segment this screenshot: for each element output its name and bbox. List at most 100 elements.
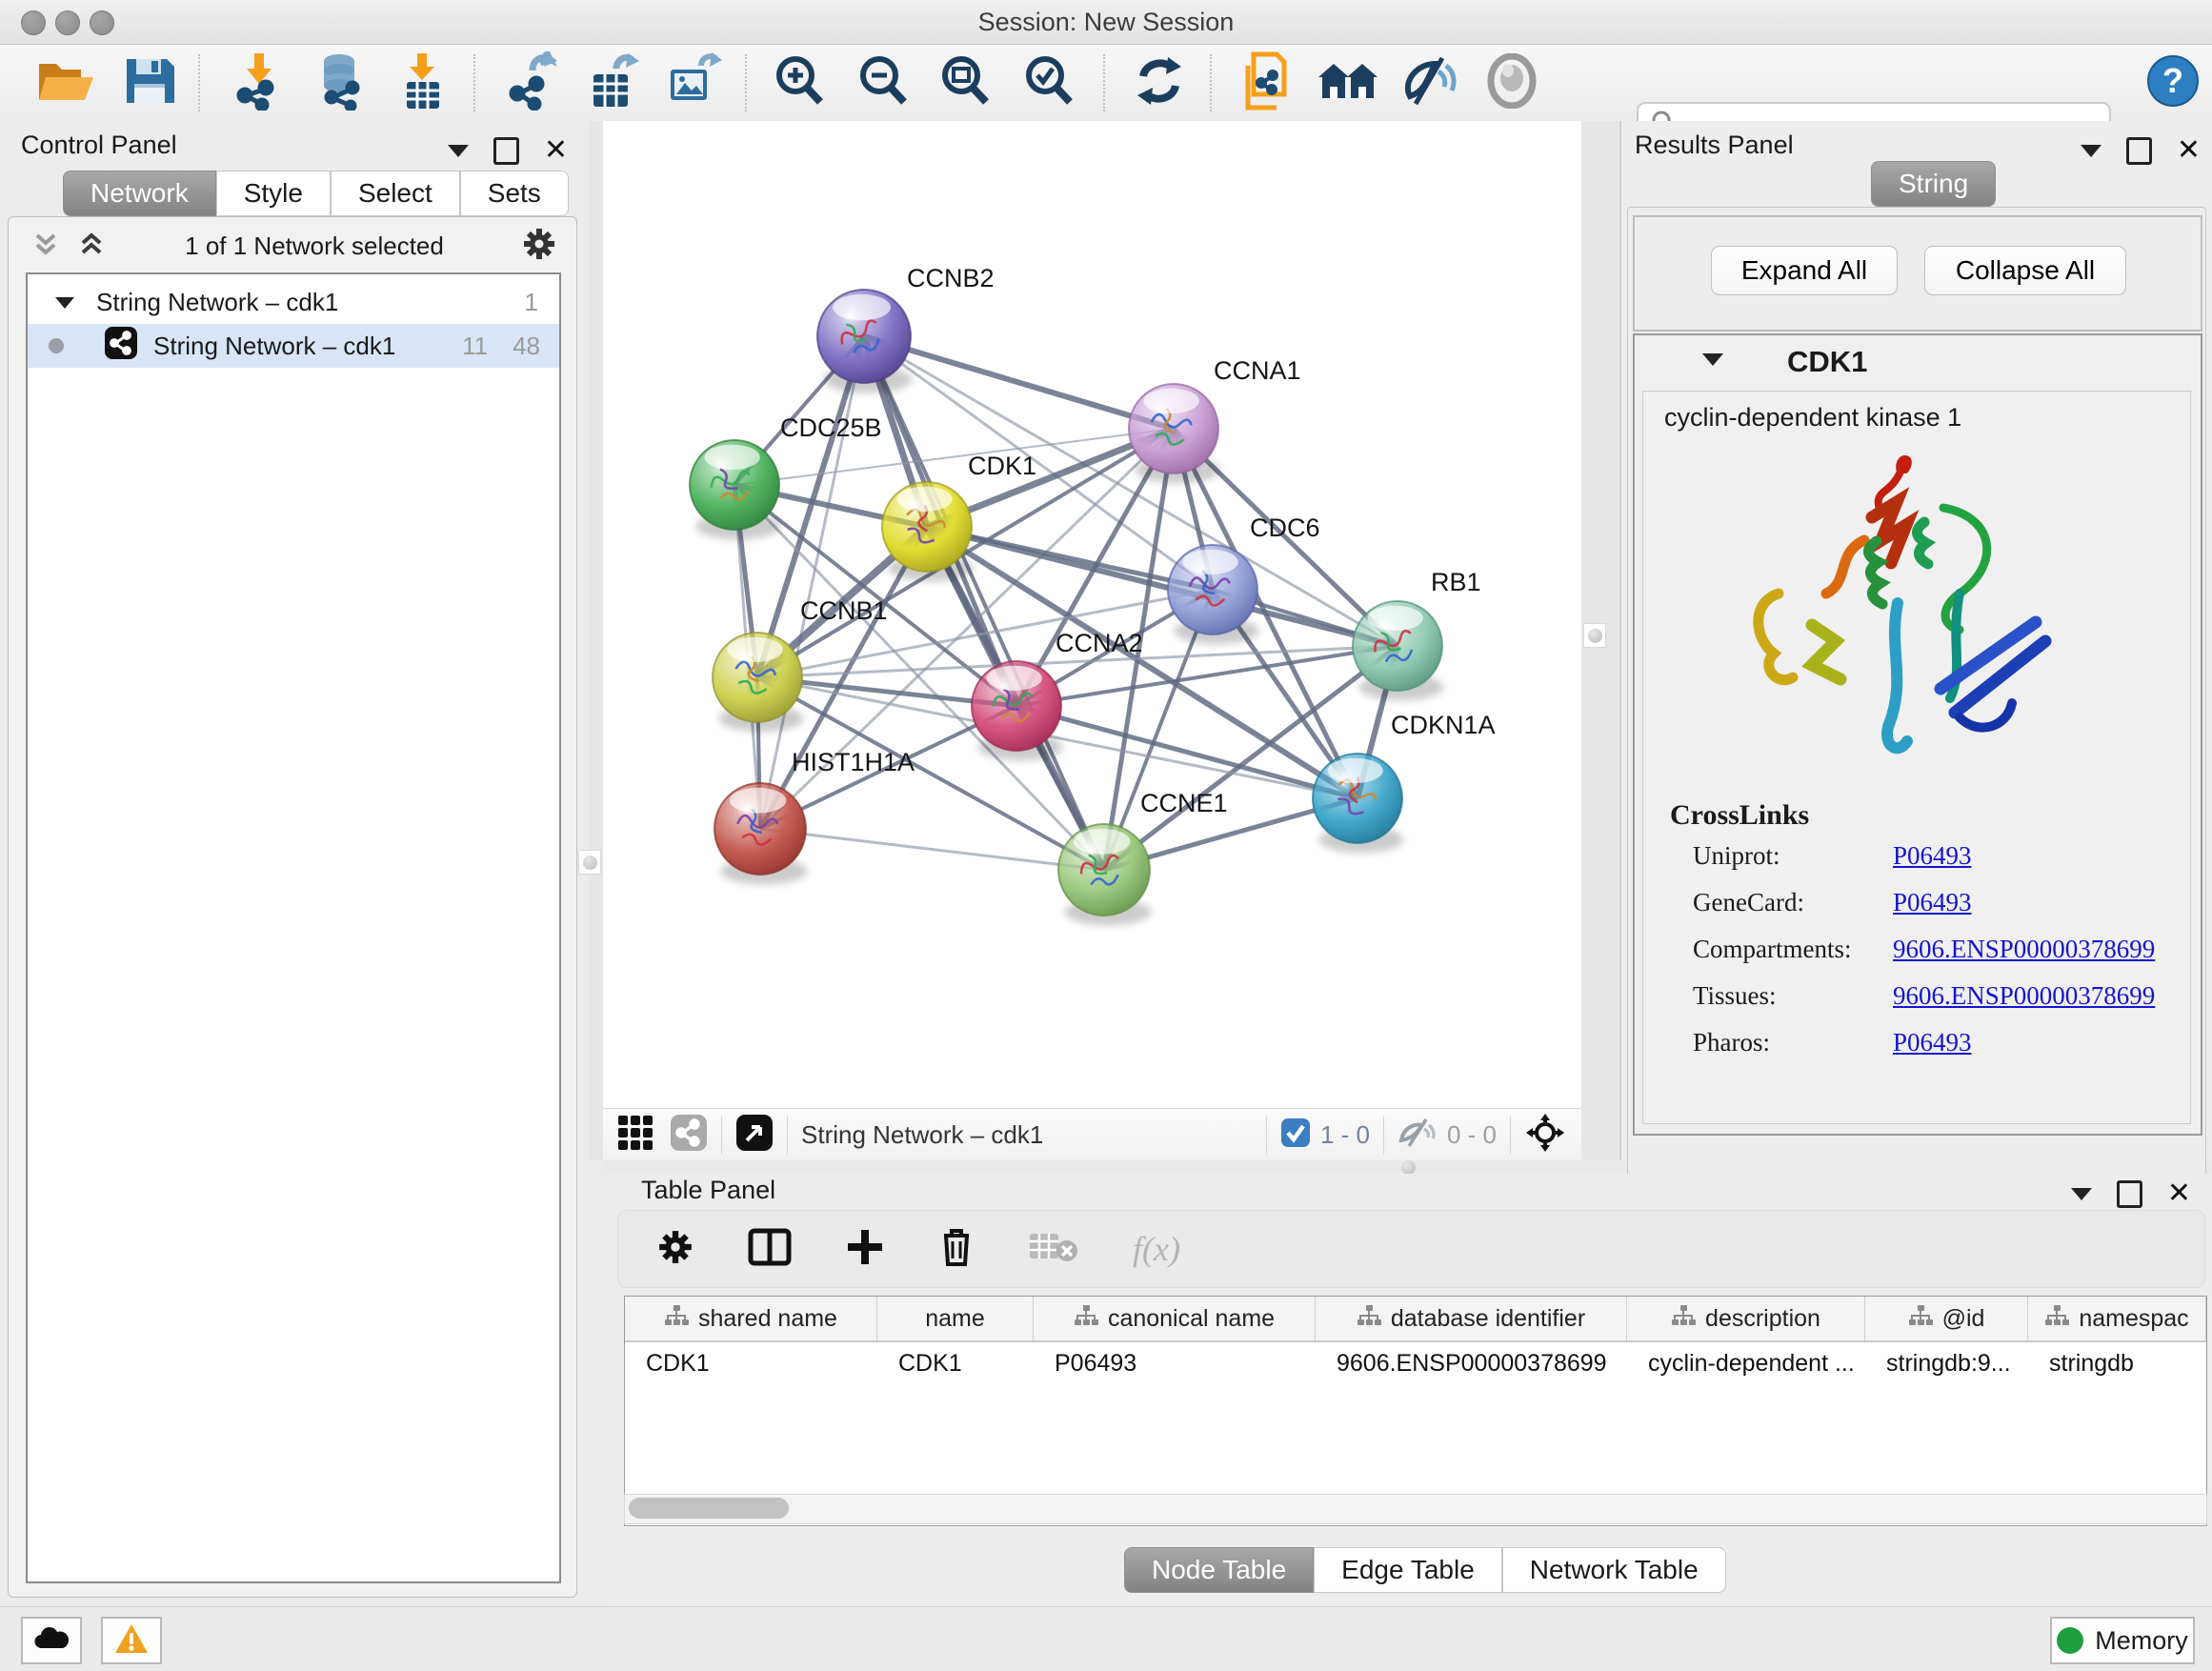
tree-caret-icon[interactable] xyxy=(54,288,75,317)
left-splitter-handle[interactable] xyxy=(578,850,601,875)
status-bar: Memory xyxy=(0,1606,2212,1671)
column-tree-icon xyxy=(1074,1304,1098,1334)
clone-network-button[interactable] xyxy=(1231,52,1305,113)
network-collection-row[interactable]: String Network – cdk1 1 xyxy=(28,280,559,324)
table-gear-icon[interactable] xyxy=(656,1228,694,1271)
panel-menu-icon[interactable] xyxy=(2081,145,2101,157)
panel-menu-icon[interactable] xyxy=(2071,1188,2092,1200)
float-panel-icon[interactable] xyxy=(493,137,519,165)
expand-all-button[interactable]: Expand All xyxy=(1711,246,1898,295)
tab-sets[interactable]: Sets xyxy=(460,171,569,216)
network-node-CDC6[interactable]: CDC6 xyxy=(1168,513,1320,644)
crosslink-value-link[interactable]: 9606.ENSP00000378699 xyxy=(1893,935,2155,964)
protein-header-row[interactable]: CDK1 xyxy=(1635,335,2201,389)
delete-table-icon[interactable] xyxy=(1028,1230,1079,1269)
expand-all-networks-icon[interactable] xyxy=(75,228,108,265)
node-label-HIST1H1A: HIST1H1A xyxy=(792,748,915,776)
protein-details: cyclin-dependent kinase 1 xyxy=(1642,391,2191,1124)
close-panel-icon[interactable]: ✕ xyxy=(2177,139,2201,162)
crosslink-value-link[interactable]: P06493 xyxy=(1893,841,1972,871)
network-canvas[interactable]: CCNB2CCNA1CDC25BCDK1CDC6RB1CCNB1CCNA2CDK… xyxy=(603,121,1581,1108)
float-panel-icon[interactable] xyxy=(2117,1180,2142,1208)
split-columns-icon[interactable] xyxy=(748,1228,792,1271)
right-splitter-handle[interactable] xyxy=(1583,623,1606,648)
string-network-graph[interactable]: CCNB2CCNA1CDC25BCDK1CDC6RB1CCNB1CCNA2CDK… xyxy=(603,121,1581,1108)
export-network-icon xyxy=(504,51,561,115)
left-splitter[interactable] xyxy=(589,121,603,1160)
hide-panels-button[interactable] xyxy=(1393,52,1467,113)
close-panel-icon[interactable]: ✕ xyxy=(2167,1182,2191,1205)
network-node-RB1[interactable]: RB1 xyxy=(1353,568,1481,700)
share-view-icon[interactable] xyxy=(670,1114,708,1157)
network-node-CCNB1[interactable]: CCNB1 xyxy=(713,596,888,732)
network-row[interactable]: String Network – cdk1 11 48 xyxy=(28,324,559,368)
gear-icon[interactable] xyxy=(521,226,557,267)
network-node-CDKN1A[interactable]: CDKN1A xyxy=(1313,711,1496,853)
column-header-namespac[interactable]: namespac xyxy=(2028,1297,2206,1340)
warning-status-button[interactable] xyxy=(101,1617,162,1664)
column-header-database-identifier[interactable]: database identifier xyxy=(1316,1297,1627,1340)
network-node-CCNB2[interactable]: CCNB2 xyxy=(817,264,995,393)
apply-layout-button[interactable] xyxy=(1122,52,1196,113)
network-edge-HIST1H1A-CCNE1[interactable] xyxy=(760,829,1104,870)
column-header-name[interactable]: name xyxy=(877,1297,1034,1340)
tab-edge-table[interactable]: Edge Table xyxy=(1314,1547,1502,1593)
column-header--id[interactable]: @id xyxy=(1865,1297,2028,1340)
collapse-all-button[interactable]: Collapse All xyxy=(1924,246,2126,295)
zoom-in-button[interactable] xyxy=(762,52,836,113)
table-row[interactable]: CDK1CDK1P064939606.ENSP00000378699cyclin… xyxy=(625,1342,2206,1384)
tab-string[interactable]: String xyxy=(1871,161,1996,207)
hidden-eye-icon[interactable] xyxy=(1398,1117,1438,1153)
import-table-file-button[interactable] xyxy=(385,52,459,113)
hide-eye-icon xyxy=(1400,54,1459,112)
network-node-CCNA1[interactable]: CCNA1 xyxy=(1129,356,1301,483)
zoom-selected-button[interactable] xyxy=(1012,52,1086,113)
tab-style[interactable]: Style xyxy=(216,171,331,216)
grid-view-icon[interactable] xyxy=(616,1114,654,1157)
memory-button[interactable]: Memory xyxy=(2050,1617,2195,1664)
open-session-button[interactable] xyxy=(29,52,103,113)
close-panel-icon[interactable]: ✕ xyxy=(544,139,568,162)
collapse-section-caret-icon[interactable] xyxy=(1701,352,1724,372)
help-button[interactable]: ? xyxy=(2136,52,2210,113)
float-panel-icon[interactable] xyxy=(2126,137,2152,165)
column-header-description[interactable]: description xyxy=(1627,1297,1865,1340)
zoom-fit-button[interactable] xyxy=(928,52,1002,113)
network-edge-CDK1-RB1[interactable] xyxy=(927,527,1398,646)
tab-network-table[interactable]: Network Table xyxy=(1502,1547,1726,1593)
application-window: Session: New Session xyxy=(0,0,2212,1671)
crosslink-value-link[interactable]: P06493 xyxy=(1893,1028,1972,1057)
import-network-database-button[interactable] xyxy=(303,52,377,113)
cloud-status-button[interactable] xyxy=(21,1617,82,1664)
network-edge-CCNB2-CCNE1[interactable] xyxy=(864,336,1104,870)
show-eye-button[interactable] xyxy=(1475,52,1549,113)
network-node-HIST1H1A[interactable]: HIST1H1A xyxy=(714,748,915,885)
import-network-file-button[interactable] xyxy=(221,52,295,113)
tab-network[interactable]: Network xyxy=(63,171,216,216)
tab-select[interactable]: Select xyxy=(331,171,460,216)
crosslink-label: Pharos: xyxy=(1693,1028,1893,1057)
crosslink-value-link[interactable]: 9606.ENSP00000378699 xyxy=(1893,981,2155,1011)
birdseye-toggle-icon[interactable] xyxy=(735,1114,774,1157)
add-column-icon[interactable] xyxy=(845,1227,885,1272)
panel-menu-icon[interactable] xyxy=(448,145,469,157)
network-node-CDC25B[interactable]: CDC25B xyxy=(690,413,882,539)
collapse-all-networks-icon[interactable] xyxy=(30,228,62,265)
export-image-button[interactable] xyxy=(655,52,730,113)
export-table-button[interactable] xyxy=(575,52,650,113)
selected-checkbox-icon[interactable] xyxy=(1280,1117,1311,1153)
session-home-button[interactable] xyxy=(1311,52,1385,113)
table-hscrollbar[interactable] xyxy=(624,1494,2207,1524)
crosshair-icon[interactable] xyxy=(1524,1112,1566,1158)
export-network-button[interactable] xyxy=(495,52,570,113)
network-node-CCNA2[interactable]: CCNA2 xyxy=(972,629,1143,760)
column-header-shared-name[interactable]: shared name xyxy=(625,1297,877,1340)
network-node-CCNE1[interactable]: CCNE1 xyxy=(1058,789,1228,926)
column-header-canonical-name[interactable]: canonical name xyxy=(1034,1297,1316,1340)
hscrollbar-thumb[interactable] xyxy=(629,1498,789,1519)
delete-column-icon[interactable] xyxy=(938,1226,975,1273)
crosslink-value-link[interactable]: P06493 xyxy=(1893,888,1972,917)
save-session-button[interactable] xyxy=(112,52,187,113)
zoom-out-button[interactable] xyxy=(846,52,920,113)
tab-node-table[interactable]: Node Table xyxy=(1124,1547,1314,1593)
